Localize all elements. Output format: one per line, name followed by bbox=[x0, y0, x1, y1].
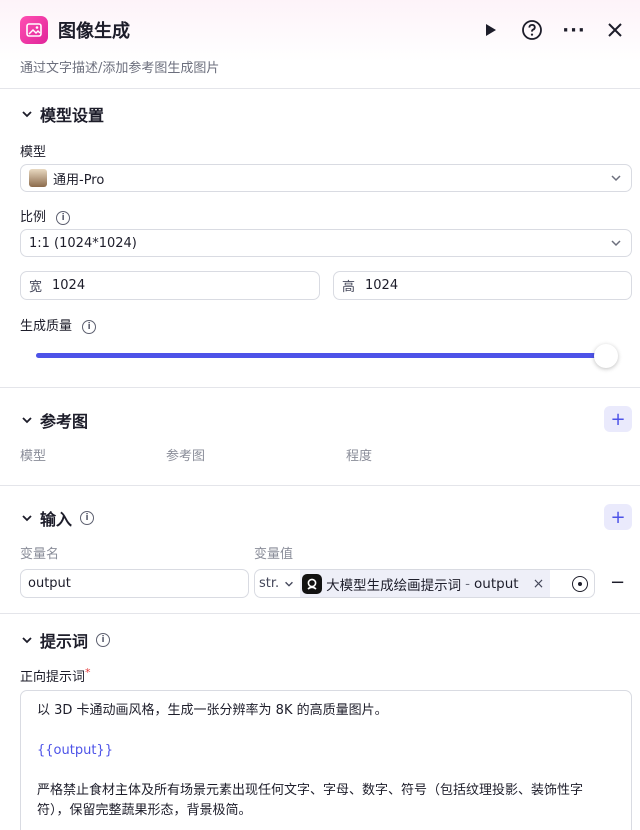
reference-chip[interactable]: 大模型生成绘画提示词 - output × bbox=[300, 570, 551, 597]
chevron-down-icon bbox=[22, 111, 32, 118]
add-input-button[interactable]: + bbox=[604, 504, 632, 530]
model-label: 模型 bbox=[20, 145, 47, 160]
input-col-value: 变量值 bbox=[254, 547, 294, 562]
llm-node-icon bbox=[302, 573, 323, 594]
ratio-label-row: 比例 i bbox=[20, 206, 71, 225]
info-icon[interactable]: i bbox=[96, 633, 111, 647]
variable-name-value: output bbox=[28, 576, 71, 591]
clear-reference-icon[interactable]: × bbox=[533, 576, 545, 592]
help-icon[interactable] bbox=[520, 18, 544, 42]
reference-col-model: 模型 bbox=[20, 449, 47, 464]
section-title-model-settings: 模型设置 bbox=[40, 106, 105, 125]
ratio-select[interactable]: 1:1 (1024*1024) bbox=[20, 229, 632, 257]
panel-header: 图像生成 ··· 通过文字描述/添加参考图生成图片 bbox=[0, 0, 640, 88]
close-icon[interactable] bbox=[603, 18, 627, 42]
chevron-down-icon bbox=[22, 515, 32, 522]
section-title-input: 输入 bbox=[40, 510, 73, 529]
quality-label: 生成质量 bbox=[20, 319, 73, 334]
chevron-down-icon bbox=[22, 417, 32, 424]
height-prefix: 高 bbox=[342, 280, 356, 295]
quality-slider-fill bbox=[36, 353, 606, 358]
reference-variable: output bbox=[474, 575, 519, 592]
prompt-variable-token: {{output}} bbox=[37, 743, 113, 758]
reference-col-image: 参考图 bbox=[166, 449, 206, 464]
divider bbox=[0, 613, 640, 614]
chevron-down-icon bbox=[611, 240, 621, 247]
reference-col-strength: 程度 bbox=[346, 449, 373, 464]
prompt-header[interactable]: 提示词 i bbox=[20, 628, 111, 652]
quality-label-row: 生成质量 i bbox=[20, 315, 97, 334]
chevron-down-icon bbox=[285, 581, 294, 587]
prompt-line: 严格禁止食材主体及所有场景元素出现任何文字、字母、数字、符号（包括纹理投影、装饰… bbox=[37, 783, 584, 818]
ratio-select-value: 1:1 (1024*1024) bbox=[29, 235, 137, 251]
type-select[interactable]: str. bbox=[259, 576, 295, 591]
variable-value-field[interactable]: str. 大模型生成绘画提示词 - output × bbox=[254, 569, 595, 598]
quality-slider-thumb[interactable] bbox=[594, 344, 618, 368]
quality-slider[interactable] bbox=[36, 344, 620, 368]
reference-source: 大模型生成绘画提示词 bbox=[326, 577, 462, 594]
panel-subtitle: 通过文字描述/添加参考图生成图片 bbox=[20, 61, 220, 76]
input-col-name: 变量名 bbox=[20, 547, 60, 562]
model-settings-header[interactable]: 模型设置 bbox=[20, 102, 104, 126]
required-mark: * bbox=[85, 666, 91, 679]
section-title-reference: 参考图 bbox=[40, 412, 89, 431]
ratio-label: 比例 bbox=[20, 210, 47, 225]
chevron-down-icon bbox=[22, 637, 32, 644]
variable-picker-icon[interactable] bbox=[572, 575, 588, 592]
width-input[interactable]: 宽 1024 bbox=[20, 271, 320, 300]
positive-prompt-textarea[interactable]: 以 3D 卡通动画风格，生成一张分辨率为 8K 的高质量图片。 {{output… bbox=[20, 690, 632, 830]
variable-name-input[interactable]: output bbox=[20, 569, 249, 598]
image-generation-logo-icon bbox=[20, 16, 48, 44]
info-icon[interactable]: i bbox=[82, 319, 97, 334]
height-value: 1024 bbox=[365, 278, 399, 293]
image-generation-panel: 图像生成 ··· 通过文字描述/添加参考图生成图片 模型设置 模型 通用-Pro… bbox=[0, 0, 640, 830]
model-avatar bbox=[29, 169, 47, 187]
reference-header[interactable]: 参考图 bbox=[20, 408, 88, 432]
positive-prompt-label: 正向提示词 bbox=[20, 670, 86, 685]
section-title-prompt: 提示词 bbox=[40, 632, 89, 651]
model-select-value: 通用-Pro bbox=[53, 172, 105, 188]
chevron-down-icon bbox=[611, 175, 621, 182]
positive-prompt-label-row: 正向提示词* bbox=[20, 666, 91, 685]
run-play-icon[interactable] bbox=[478, 18, 502, 42]
model-select[interactable]: 通用-Pro bbox=[20, 164, 632, 192]
add-reference-button[interactable]: + bbox=[604, 406, 632, 432]
input-header[interactable]: 输入 i bbox=[20, 506, 95, 530]
width-value: 1024 bbox=[52, 278, 86, 293]
reference-separator: - bbox=[465, 575, 471, 592]
width-prefix: 宽 bbox=[29, 280, 43, 295]
panel-title: 图像生成 bbox=[58, 21, 130, 42]
info-icon[interactable]: i bbox=[56, 210, 71, 225]
divider bbox=[0, 387, 640, 388]
divider bbox=[0, 88, 640, 89]
prompt-line: 以 3D 卡通动画风格，生成一张分辨率为 8K 的高质量图片。 bbox=[37, 703, 388, 718]
remove-input-button[interactable]: − bbox=[610, 572, 625, 593]
height-input[interactable]: 高 1024 bbox=[333, 271, 632, 300]
divider bbox=[0, 485, 640, 486]
more-options-icon[interactable]: ··· bbox=[562, 18, 586, 42]
type-label: str. bbox=[259, 576, 280, 591]
info-icon[interactable]: i bbox=[80, 511, 95, 525]
